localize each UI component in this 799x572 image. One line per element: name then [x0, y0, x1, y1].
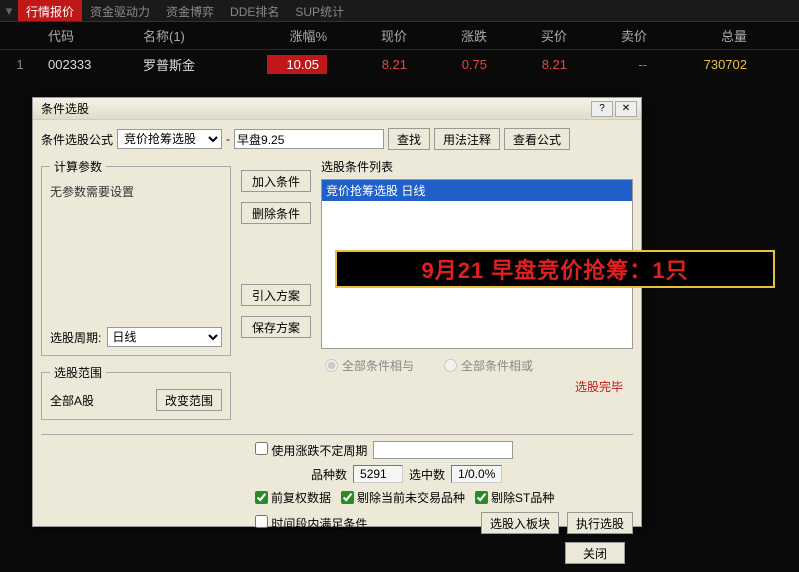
annotation-banner: 9月21 早盘竞价抢筹：1只 — [335, 250, 775, 288]
row-bid: 8.21 — [495, 57, 575, 72]
search-button[interactable]: 查找 — [388, 128, 430, 150]
param-legend: 计算参数 — [50, 158, 106, 175]
table-row[interactable]: 1 002333 罗普斯金 10.05 8.21 0.75 8.21 -- 73… — [0, 50, 799, 78]
chk-custom-period[interactable]: 使用涨跌不定周期 — [255, 442, 367, 459]
col-ask[interactable]: 卖价 — [575, 26, 655, 45]
col-pct[interactable]: 涨幅% — [245, 26, 335, 45]
usage-button[interactable]: 用法注释 — [434, 128, 500, 150]
selected-label: 选中数 — [409, 466, 445, 483]
param-none-text: 无参数需要设置 — [50, 183, 222, 323]
radio-or[interactable]: 全部条件相或 — [444, 357, 533, 374]
col-name[interactable]: 名称(1) — [135, 26, 245, 45]
chk-fq[interactable]: 前复权数据 — [255, 489, 331, 506]
formula-select[interactable]: 竞价抢筹选股 — [117, 129, 222, 149]
close-icon[interactable]: ✕ — [615, 101, 637, 117]
cond-list-label: 选股条件列表 — [321, 158, 633, 175]
scope-fieldset: 选股范围 全部A股 改变范围 — [41, 364, 231, 420]
row-vol: 730702 — [655, 57, 755, 72]
tab-sup[interactable]: SUP统计 — [287, 0, 352, 21]
formula-label: 条件选股公式 — [41, 131, 113, 148]
row-chg: 0.75 — [415, 57, 495, 72]
delete-condition-button[interactable]: 删除条件 — [241, 202, 311, 224]
chk-remove-st[interactable]: 剔除ST品种 — [475, 489, 554, 506]
chk-remove-nontrade[interactable]: 剔除当前未交易品种 — [341, 489, 465, 506]
condition-list-item[interactable]: 竞价抢筹选股 日线 — [322, 180, 632, 201]
row-name: 罗普斯金 — [135, 55, 245, 74]
period-label: 选股周期: — [50, 329, 101, 346]
col-price[interactable]: 现价 — [335, 26, 415, 45]
add-to-block-button[interactable]: 选股入板块 — [481, 512, 559, 534]
table-header: 代码 名称(1) 涨幅% 现价 涨跌 买价 卖价 总量 — [0, 22, 799, 50]
tab-dropdown-icon[interactable]: ▾ — [0, 0, 18, 21]
view-formula-button[interactable]: 查看公式 — [504, 128, 570, 150]
close-button[interactable]: 关闭 — [565, 542, 625, 564]
help-button[interactable]: ? — [591, 101, 613, 117]
formula-row: 条件选股公式 竞价抢筹选股 - 查找 用法注释 查看公式 — [41, 128, 633, 150]
scope-value: 全部A股 — [50, 392, 94, 409]
col-code[interactable]: 代码 — [40, 26, 135, 45]
top-tab-bar: ▾ 行情报价 资金驱动力 资金博弈 DDE排名 SUP统计 — [0, 0, 799, 22]
row-code: 002333 — [40, 57, 135, 72]
formula-desc-input[interactable] — [234, 129, 384, 149]
tab-capital-drive[interactable]: 资金驱动力 — [82, 0, 158, 21]
status-text: 选股完毕 — [321, 378, 633, 395]
tab-capital-game[interactable]: 资金博弈 — [158, 0, 222, 21]
period-select[interactable]: 日线 — [107, 327, 222, 347]
dialog-titlebar[interactable]: 条件选股 ? ✕ — [33, 98, 641, 120]
selected-value: 1/0.0% — [451, 465, 502, 483]
param-fieldset: 计算参数 无参数需要设置 选股周期: 日线 — [41, 158, 231, 356]
execute-button[interactable]: 执行选股 — [567, 512, 633, 534]
save-plan-button[interactable]: 保存方案 — [241, 316, 311, 338]
custom-period-input[interactable] — [373, 441, 513, 459]
col-bid[interactable]: 买价 — [495, 26, 575, 45]
row-idx: 1 — [0, 57, 40, 72]
tab-quotes[interactable]: 行情报价 — [18, 0, 82, 21]
import-plan-button[interactable]: 引入方案 — [241, 284, 311, 306]
row-price: 8.21 — [335, 57, 415, 72]
tab-dde[interactable]: DDE排名 — [222, 0, 287, 21]
col-chg[interactable]: 涨跌 — [415, 26, 495, 45]
dialog-title: 条件选股 — [37, 100, 589, 117]
change-scope-button[interactable]: 改变范围 — [156, 389, 222, 411]
radio-and[interactable]: 全部条件相与 — [325, 357, 414, 374]
row-pct: 10.05 — [245, 55, 335, 74]
add-condition-button[interactable]: 加入条件 — [241, 170, 311, 192]
row-ask: -- — [575, 57, 655, 72]
count-value: 5291 — [353, 465, 403, 483]
condition-stock-dialog: 条件选股 ? ✕ 条件选股公式 竞价抢筹选股 - 查找 用法注释 查看公式 计算… — [32, 97, 642, 527]
scope-legend: 选股范围 — [50, 364, 106, 381]
formula-dash: - — [226, 132, 230, 146]
count-label: 品种数 — [311, 466, 347, 483]
chk-time-range[interactable]: 时间段内满足条件 — [255, 515, 367, 532]
col-vol[interactable]: 总量 — [655, 26, 755, 45]
stock-table: 代码 名称(1) 涨幅% 现价 涨跌 买价 卖价 总量 1 002333 罗普斯… — [0, 22, 799, 78]
